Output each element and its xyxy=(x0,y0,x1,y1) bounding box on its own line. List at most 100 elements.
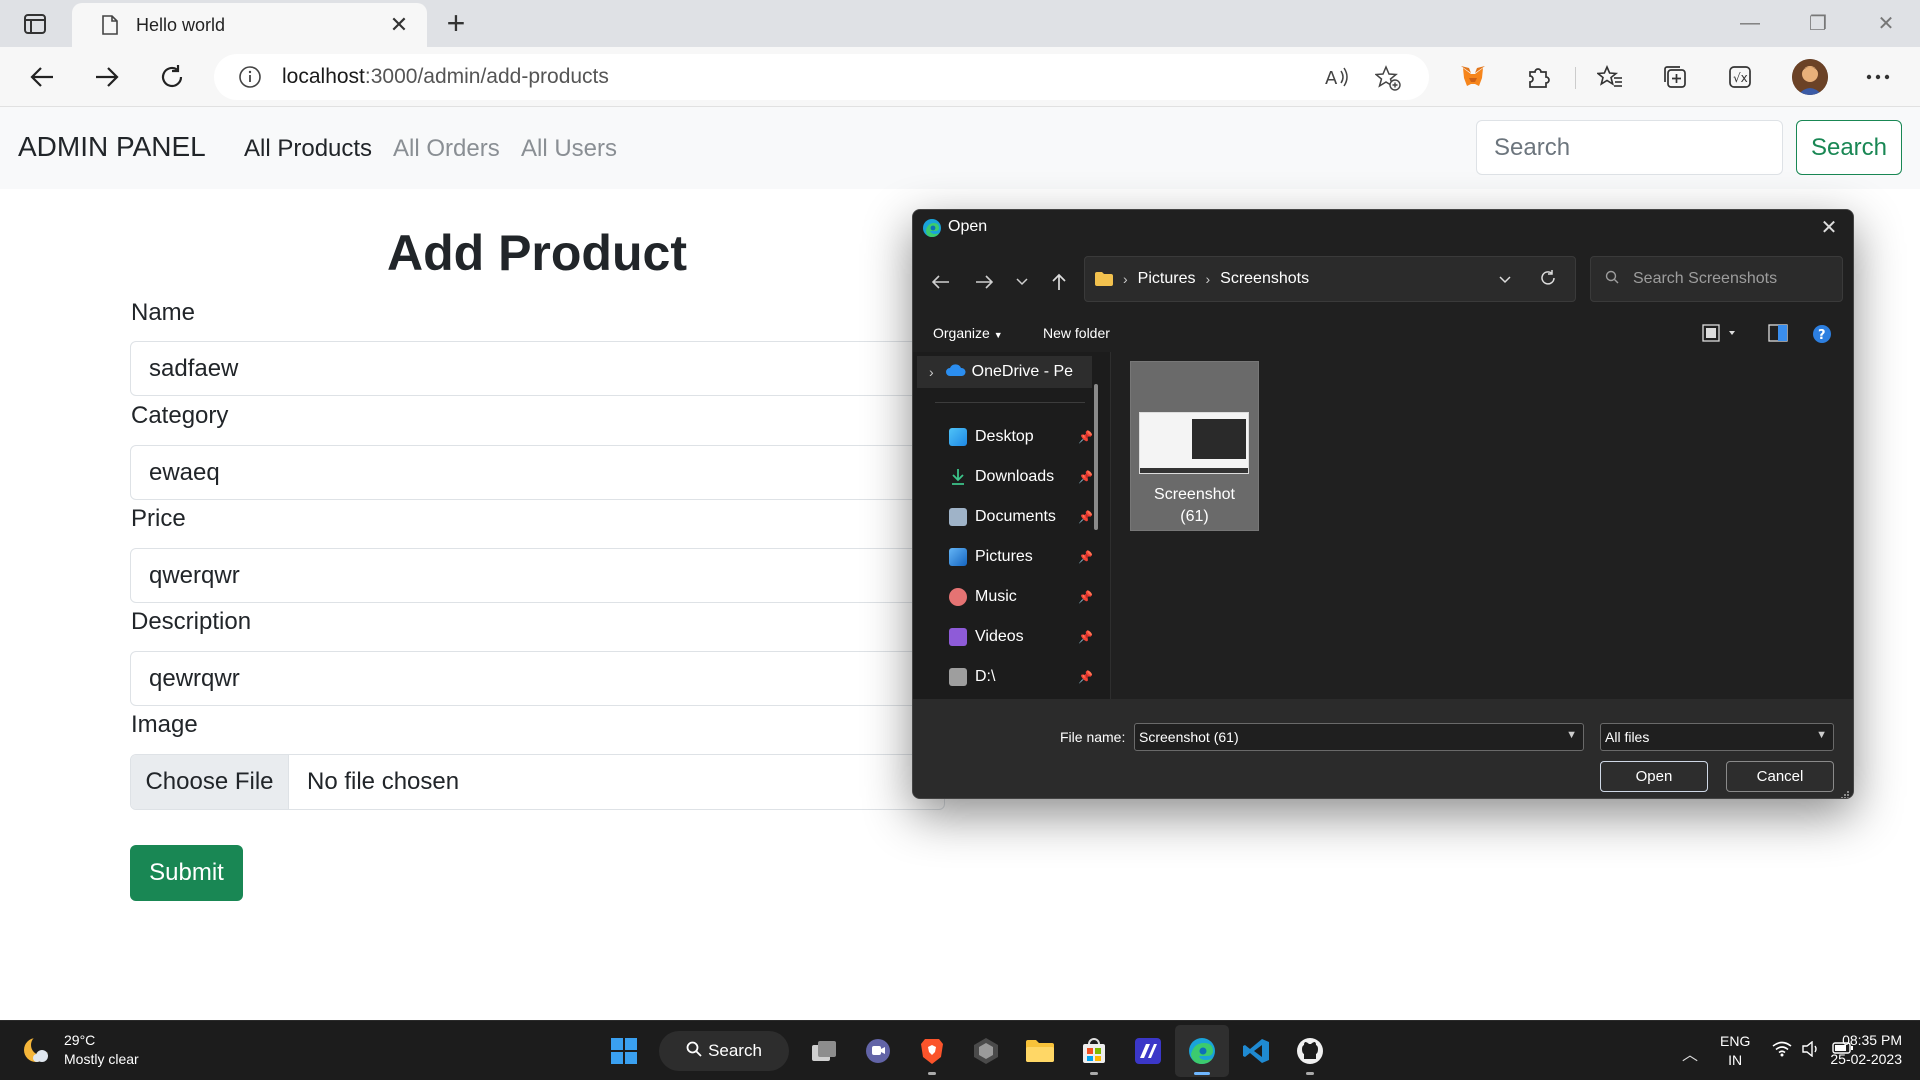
chevron-down-icon[interactable]: ▼ xyxy=(1566,729,1577,741)
submit-button[interactable]: Submit xyxy=(130,845,243,901)
navbar-search-input[interactable]: Search xyxy=(1476,120,1783,175)
navbar-search-button[interactable]: Search xyxy=(1796,120,1902,175)
brave-browser-icon[interactable] xyxy=(905,1025,959,1077)
tab-actions-icon[interactable] xyxy=(20,10,50,38)
restore-icon[interactable]: ❐ xyxy=(1784,0,1852,47)
pin-icon: 📌 xyxy=(1078,590,1093,604)
dialog-close-icon[interactable]: ✕ xyxy=(1815,214,1843,242)
close-tab-icon[interactable]: ✕ xyxy=(387,12,411,38)
teams-chat-icon[interactable] xyxy=(851,1025,905,1077)
weather-widget[interactable]: 29°C Mostly clear xyxy=(20,1031,139,1069)
file-explorer-icon[interactable] xyxy=(1013,1025,1067,1077)
recent-locations-icon[interactable] xyxy=(1008,268,1036,296)
help-icon[interactable]: ? xyxy=(1812,324,1832,349)
metamask-extension-icon[interactable] xyxy=(1455,59,1491,95)
file-type-select[interactable]: All files ▼ xyxy=(1600,723,1834,751)
up-folder-icon[interactable] xyxy=(1045,268,1073,296)
description-field[interactable]: qewrqwr xyxy=(130,651,945,706)
dialog-footer: File name: Screenshot (61) ▼ All files ▼… xyxy=(913,699,1853,798)
file-name-line: (61) xyxy=(1180,508,1209,525)
nav-item-videos[interactable]: Videos 📌 xyxy=(949,624,1097,650)
taskbar-apps: Search xyxy=(597,1021,1337,1080)
language-indicator[interactable]: ENG IN xyxy=(1720,1032,1750,1070)
start-button[interactable] xyxy=(597,1025,651,1077)
image-file-input[interactable]: Choose File No file chosen xyxy=(130,754,945,810)
mathway-app-icon[interactable] xyxy=(1121,1025,1175,1077)
dialog-titlebar[interactable]: Open ✕ xyxy=(913,210,1853,246)
math-solver-icon[interactable]: √x xyxy=(1722,59,1758,95)
url-host: localhost xyxy=(282,65,365,88)
dialog-address-bar[interactable]: › Pictures › Screenshots xyxy=(1084,256,1576,302)
running-indicator xyxy=(928,1072,936,1075)
dialog-search-input[interactable]: Search Screenshots xyxy=(1590,256,1843,302)
nav-scrollbar[interactable] xyxy=(1094,384,1098,530)
forward-icon[interactable] xyxy=(89,59,125,95)
collections-icon[interactable] xyxy=(1657,59,1693,95)
nav-item-drive-d[interactable]: D:\ 📌 xyxy=(949,664,1097,686)
videos-icon xyxy=(949,628,967,646)
back-icon[interactable] xyxy=(24,59,60,95)
chevron-down-icon[interactable]: ▼ xyxy=(1816,729,1827,741)
dialog-forward-icon[interactable] xyxy=(970,268,998,296)
address-dropdown-icon[interactable] xyxy=(1499,271,1511,287)
task-view-icon[interactable] xyxy=(797,1025,851,1077)
view-options-icon[interactable] xyxy=(1702,324,1738,347)
navbar-brand[interactable]: ADMIN PANEL xyxy=(18,131,206,163)
cancel-button[interactable]: Cancel xyxy=(1726,761,1834,792)
browser-tab[interactable]: Hello world ✕ xyxy=(72,3,427,47)
choose-file-button[interactable]: Choose File xyxy=(131,755,289,809)
breadcrumb-pictures[interactable]: Pictures xyxy=(1138,270,1196,288)
thumbnail-window xyxy=(1192,419,1246,459)
documents-icon xyxy=(949,508,967,526)
breadcrumb-screenshots[interactable]: Screenshots xyxy=(1220,270,1309,288)
category-field[interactable]: ewaeq xyxy=(130,445,945,500)
microsoft-store-icon[interactable] xyxy=(1067,1025,1121,1077)
settings-more-icon[interactable] xyxy=(1860,59,1896,95)
taskbar-search[interactable]: Search xyxy=(659,1031,789,1071)
minimize-icon[interactable]: — xyxy=(1716,0,1784,47)
profile-avatar[interactable] xyxy=(1792,59,1828,95)
new-folder-button[interactable]: New folder xyxy=(1043,325,1110,341)
name-field[interactable]: sadfaew xyxy=(130,341,945,396)
dialog-back-icon[interactable] xyxy=(927,268,955,296)
unity-hub-icon[interactable] xyxy=(959,1025,1013,1077)
nav-all-users[interactable]: All Users xyxy=(521,135,617,163)
nav-item-desktop[interactable]: Desktop 📌 xyxy=(949,424,1097,450)
url-text[interactable]: localhost:3000/admin/add-products xyxy=(282,65,609,89)
site-info-icon[interactable] xyxy=(238,65,262,89)
open-button[interactable]: Open xyxy=(1600,761,1708,792)
close-window-icon[interactable]: ✕ xyxy=(1852,0,1920,47)
nav-all-products[interactable]: All Products xyxy=(244,135,372,163)
add-favorite-icon[interactable] xyxy=(1374,65,1401,96)
onedrive-label: OneDrive - Pe xyxy=(971,363,1074,380)
vscode-icon[interactable] xyxy=(1229,1025,1283,1077)
dialog-refresh-icon[interactable] xyxy=(1539,269,1557,292)
nav-item-documents[interactable]: Documents 📌 xyxy=(949,504,1097,530)
refresh-icon[interactable] xyxy=(154,59,190,95)
resize-grip-icon[interactable] xyxy=(1840,787,1850,798)
favorites-icon[interactable] xyxy=(1592,59,1628,95)
nav-item-pictures[interactable]: Pictures 📌 xyxy=(949,544,1097,570)
taskbar-clock[interactable]: 08:35 PM 25-02-2023 xyxy=(1830,1031,1902,1069)
github-desktop-icon[interactable] xyxy=(1283,1025,1337,1077)
price-field[interactable]: qwerqwr xyxy=(130,548,945,603)
show-hidden-icons-icon[interactable]: ︿ xyxy=(1682,1041,1698,1065)
windows-taskbar: 29°C Mostly clear Search ︿ ENG IN 08:35 … xyxy=(0,1020,1920,1080)
extensions-icon[interactable] xyxy=(1520,59,1556,95)
expand-chevron-icon[interactable]: › xyxy=(929,364,934,380)
nav-item-music[interactable]: Music 📌 xyxy=(949,584,1097,610)
file-name-input[interactable]: Screenshot (61) ▼ xyxy=(1134,723,1584,751)
nav-all-orders[interactable]: All Orders xyxy=(393,135,500,163)
preview-pane-icon[interactable] xyxy=(1768,324,1788,347)
new-tab-button[interactable]: + xyxy=(440,7,472,40)
read-aloud-icon[interactable]: A xyxy=(1325,65,1351,94)
browser-toolbar: localhost:3000/admin/add-products A √x xyxy=(0,47,1920,107)
edge-browser-icon[interactable] xyxy=(1175,1025,1229,1077)
nav-item-downloads[interactable]: Downloads 📌 xyxy=(949,464,1097,490)
file-name-line: Screenshot xyxy=(1154,486,1235,503)
nav-onedrive[interactable]: › OneDrive - Pe xyxy=(917,356,1092,388)
organize-menu[interactable]: Organize ▼ xyxy=(933,325,1003,341)
file-item-screenshot[interactable]: Screenshot (61) xyxy=(1130,361,1259,531)
address-bar[interactable]: localhost:3000/admin/add-products A xyxy=(214,54,1429,100)
image-label: Image xyxy=(131,711,198,738)
